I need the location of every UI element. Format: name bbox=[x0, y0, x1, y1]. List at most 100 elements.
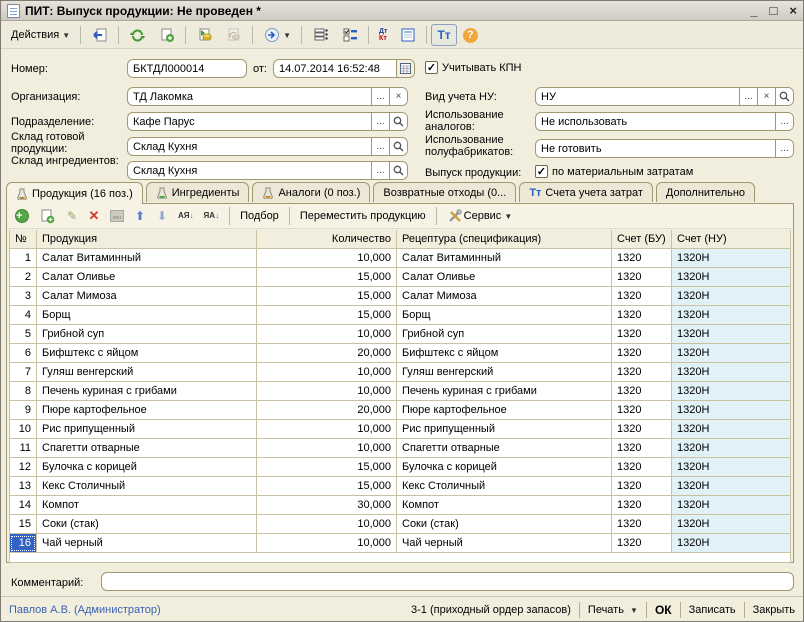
table-cell[interactable]: 1320Н bbox=[672, 439, 791, 458]
table-row[interactable]: 9Пюре картофельное20,000Пюре картофельно… bbox=[9, 401, 791, 420]
help-button[interactable]: ? bbox=[457, 24, 484, 46]
tab-0[interactable]: Продукция (16 поз.) bbox=[6, 182, 143, 204]
table-cell[interactable]: Борщ bbox=[397, 306, 612, 325]
table-cell[interactable]: 1 bbox=[9, 249, 37, 268]
register-records-button[interactable] bbox=[393, 24, 422, 46]
service-menu-button[interactable]: Сервис ▼ bbox=[443, 206, 517, 226]
table-cell[interactable]: 1320 bbox=[612, 325, 672, 344]
choose-icon[interactable]: ... bbox=[371, 138, 389, 155]
save-button[interactable]: Записать bbox=[689, 604, 736, 616]
current-user-link[interactable]: Павлов А.В. (Администратор) bbox=[9, 604, 161, 616]
table-cell[interactable]: 10,000 bbox=[257, 363, 397, 382]
print-button[interactable]: Печать ▼ bbox=[588, 604, 638, 616]
go-to-button[interactable]: ▼ bbox=[257, 24, 297, 46]
document-structure-button[interactable] bbox=[306, 24, 335, 46]
table-cell[interactable]: 1320 bbox=[612, 268, 672, 287]
table-cell[interactable]: Грибной суп bbox=[37, 325, 257, 344]
table-cell[interactable]: 1320 bbox=[612, 477, 672, 496]
table-cell[interactable]: 1320 bbox=[612, 515, 672, 534]
table-cell[interactable]: Салат Витаминный bbox=[397, 249, 612, 268]
table-cell[interactable]: 30,000 bbox=[257, 496, 397, 515]
table-cell[interactable]: 10,000 bbox=[257, 382, 397, 401]
table-row[interactable]: 5Грибной суп10,000Грибной суп13201320Н bbox=[9, 325, 791, 344]
table-cell[interactable]: 15,000 bbox=[257, 458, 397, 477]
table-cell[interactable]: Салат Мимоза bbox=[397, 287, 612, 306]
table-cell[interactable]: 16 bbox=[9, 534, 37, 553]
table-cell[interactable]: 10,000 bbox=[257, 325, 397, 344]
move-up-button[interactable]: ⬆ bbox=[130, 206, 150, 226]
table-cell[interactable]: 1320 bbox=[612, 496, 672, 515]
table-cell[interactable]: 1320Н bbox=[672, 382, 791, 401]
table-cell[interactable]: 15,000 bbox=[257, 306, 397, 325]
clear-icon[interactable]: × bbox=[757, 88, 775, 105]
table-row[interactable]: 4Борщ15,000Борщ13201320Н bbox=[9, 306, 791, 325]
semifinished-field[interactable]: Не готовить ... bbox=[535, 139, 794, 158]
table-cell[interactable]: 20,000 bbox=[257, 344, 397, 363]
table-row[interactable]: 13Кекс Столичный15,000Кекс Столичный1320… bbox=[9, 477, 791, 496]
table-cell[interactable]: 1320 bbox=[612, 439, 672, 458]
table-cell[interactable]: 1320Н bbox=[672, 287, 791, 306]
table-cell[interactable]: 1320 bbox=[612, 458, 672, 477]
table-cell[interactable]: 1320 bbox=[612, 363, 672, 382]
table-cell[interactable]: 12 bbox=[9, 458, 37, 477]
column-header-2[interactable]: Количество bbox=[257, 230, 397, 249]
table-row[interactable]: 11Спагетти отварные10,000Спагетти отварн… bbox=[9, 439, 791, 458]
table-row[interactable]: 10Рис припущенный10,000Рис припущенный13… bbox=[9, 420, 791, 439]
choose-icon[interactable]: ... bbox=[371, 113, 389, 130]
magnifier-icon[interactable] bbox=[775, 88, 793, 105]
table-cell[interactable]: Соки (стак) bbox=[37, 515, 257, 534]
organization-field[interactable]: ТД Лакомка ... × bbox=[127, 87, 408, 106]
table-cell[interactable]: 20,000 bbox=[257, 401, 397, 420]
table-cell[interactable]: 15,000 bbox=[257, 287, 397, 306]
calendar-icon[interactable] bbox=[396, 60, 414, 77]
table-cell[interactable]: Пюре картофельное bbox=[397, 401, 612, 420]
table-cell[interactable]: 1320 bbox=[612, 382, 672, 401]
table-cell[interactable]: 1320Н bbox=[672, 515, 791, 534]
set-end-button[interactable]: кон bbox=[106, 206, 128, 226]
table-row[interactable]: 15Соки (стак)10,000Соки (стак)13201320Н bbox=[9, 515, 791, 534]
table-cell[interactable]: 1320 bbox=[612, 401, 672, 420]
table-cell[interactable]: 10,000 bbox=[257, 420, 397, 439]
table-cell[interactable]: 1320 bbox=[612, 534, 672, 553]
ok-button[interactable]: ОК bbox=[655, 603, 672, 617]
table-cell[interactable]: 6 bbox=[9, 344, 37, 363]
table-cell[interactable]: 10 bbox=[9, 420, 37, 439]
table-cell[interactable]: 1320 bbox=[612, 287, 672, 306]
table-cell[interactable]: 1320Н bbox=[672, 534, 791, 553]
table-cell[interactable]: 4 bbox=[9, 306, 37, 325]
table-cell[interactable]: Кекс Столичный bbox=[37, 477, 257, 496]
column-header-5[interactable]: Счет (НУ) bbox=[672, 230, 791, 249]
table-row[interactable]: 14Компот30,000Компот13201320Н bbox=[9, 496, 791, 515]
table-cell[interactable]: Грибной суп bbox=[397, 325, 612, 344]
close-button[interactable]: × bbox=[789, 3, 797, 18]
table-cell[interactable]: 10,000 bbox=[257, 534, 397, 553]
table-cell[interactable]: Компот bbox=[397, 496, 612, 515]
table-cell[interactable]: Бифштекс с яйцом bbox=[397, 344, 612, 363]
magnifier-icon[interactable] bbox=[389, 162, 407, 179]
table-cell[interactable]: 5 bbox=[9, 325, 37, 344]
table-cell[interactable]: Булочка с корицей bbox=[397, 458, 612, 477]
column-header-0[interactable]: № bbox=[9, 230, 37, 249]
table-cell[interactable]: 10,000 bbox=[257, 439, 397, 458]
magnifier-icon[interactable] bbox=[389, 138, 407, 155]
table-cell[interactable]: Салат Витаминный bbox=[37, 249, 257, 268]
table-cell[interactable]: Спагетти отварные bbox=[397, 439, 612, 458]
table-cell[interactable]: Рис припущенный bbox=[37, 420, 257, 439]
column-header-1[interactable]: Продукция bbox=[37, 230, 257, 249]
table-cell[interactable]: Булочка с корицей bbox=[37, 458, 257, 477]
table-cell[interactable]: 1320Н bbox=[672, 477, 791, 496]
table-cell[interactable]: 9 bbox=[9, 401, 37, 420]
table-cell[interactable]: Чай черный bbox=[397, 534, 612, 553]
unpost-document-button[interactable] bbox=[219, 24, 248, 46]
choose-icon[interactable]: ... bbox=[371, 162, 389, 179]
nu-kind-field[interactable]: НУ ... × bbox=[535, 87, 794, 106]
edit-row-button[interactable]: ✎ bbox=[62, 206, 82, 226]
table-cell[interactable]: 15 bbox=[9, 515, 37, 534]
column-header-4[interactable]: Счет (БУ) bbox=[612, 230, 672, 249]
table-cell[interactable]: Пюре картофельное bbox=[37, 401, 257, 420]
table-cell[interactable]: Печень куриная с грибами bbox=[397, 382, 612, 401]
copy-row-button[interactable] bbox=[35, 206, 60, 226]
table-cell[interactable]: 15,000 bbox=[257, 477, 397, 496]
table-cell[interactable]: 1320Н bbox=[672, 496, 791, 515]
delete-row-button[interactable]: ✕ bbox=[84, 206, 104, 226]
